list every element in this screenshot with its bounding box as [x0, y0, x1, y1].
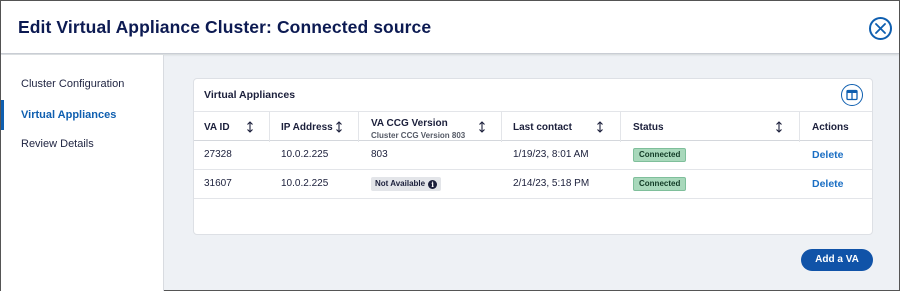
sort-icon[interactable]: [246, 121, 254, 133]
cell-va-id: 31607: [204, 178, 232, 189]
add-va-button[interactable]: Add a VA: [801, 249, 873, 271]
sidebar-item-review-details[interactable]: Review Details: [1, 129, 163, 159]
columns-icon: [846, 89, 858, 101]
table-header: VA ID IP Address VA CCG Version Cluster …: [194, 111, 872, 142]
dialog-frame: Edit Virtual Appliance Cluster: Connecte…: [0, 0, 900, 291]
cell-ip-address: 10.0.2.225: [281, 149, 329, 160]
table-row: 31607 10.0.2.225 Not Available i 2/14/23,…: [194, 170, 872, 199]
card-title: Virtual Appliances: [204, 89, 296, 101]
sort-icon[interactable]: [335, 121, 343, 133]
header-status-label: Status: [633, 122, 664, 133]
header-ip-label: IP Address: [281, 122, 333, 133]
column-divider: [269, 112, 270, 142]
close-button[interactable]: [869, 17, 892, 40]
header-version-sublabel: Cluster CCG Version 803: [371, 131, 466, 140]
column-divider: [799, 112, 800, 142]
header-va-id-label: VA ID: [204, 122, 230, 133]
sidebar: Cluster Configuration Virtual Appliances…: [1, 55, 164, 291]
status-badge: Connected: [633, 148, 687, 162]
delete-link[interactable]: Delete: [812, 141, 844, 169]
cell-ip-address: 10.0.2.225: [281, 178, 329, 189]
column-divider: [501, 112, 502, 142]
sort-icon[interactable]: [775, 121, 783, 133]
sidebar-item-cluster-configuration[interactable]: Cluster Configuration: [1, 69, 163, 99]
sort-icon[interactable]: [596, 121, 604, 133]
dialog-header: Edit Virtual Appliance Cluster: Connecte…: [1, 1, 899, 54]
column-divider: [358, 112, 359, 142]
header-actions-label: Actions: [812, 122, 849, 133]
column-divider: [620, 112, 621, 142]
virtual-appliances-card: Virtual Appliances VA ID IP Address VA C…: [193, 78, 873, 235]
page-title: Edit Virtual Appliance Cluster: Connecte…: [18, 17, 432, 37]
version-badge-label: Not Available: [375, 179, 426, 188]
info-icon[interactable]: i: [428, 180, 438, 189]
header-last-contact-label: Last contact: [513, 122, 572, 133]
table-row: 27328 10.0.2.225 803 1/19/23, 8:01 AM Co…: [194, 141, 872, 170]
cell-last-contact: 2/14/23, 5:18 PM: [513, 178, 590, 189]
cell-version: 803: [371, 149, 388, 160]
cell-va-id: 27328: [204, 149, 232, 160]
delete-link[interactable]: Delete: [812, 170, 844, 198]
cell-last-contact: 1/19/23, 8:01 AM: [513, 149, 589, 160]
columns-button[interactable]: [841, 84, 863, 106]
version-badge: Not Available i: [371, 177, 442, 191]
sort-icon[interactable]: [478, 121, 486, 133]
close-icon: [875, 23, 886, 34]
header-version-label: VA CCG Version: [371, 118, 448, 129]
sidebar-item-virtual-appliances[interactable]: Virtual Appliances: [1, 100, 163, 130]
status-badge: Connected: [633, 177, 687, 191]
